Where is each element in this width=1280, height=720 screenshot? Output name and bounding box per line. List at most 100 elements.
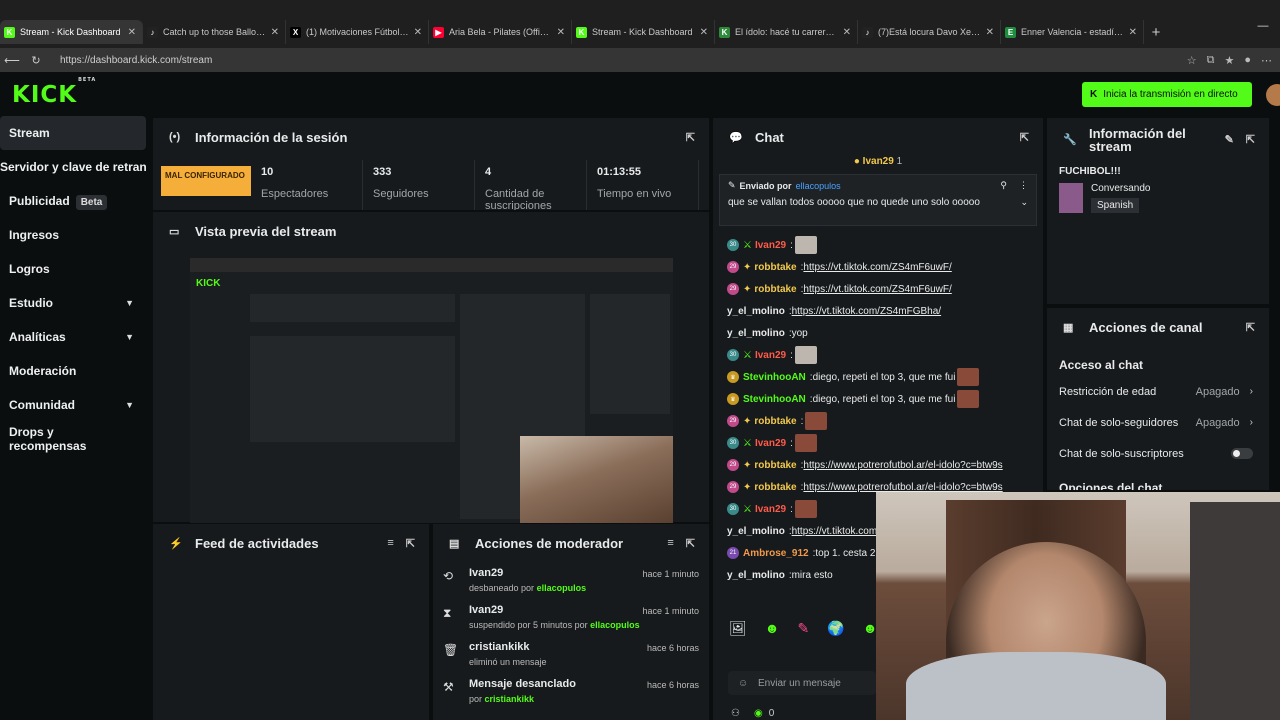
unpin-icon[interactable]: ⚲ [1000, 180, 1007, 191]
emoji-icon[interactable]: ☺ [738, 678, 748, 689]
go-live-button[interactable]: K Inicia la transmisión en directo [1082, 82, 1252, 107]
browser-tab[interactable]: ♪ (7)Está locura Davo Xeneize ✕ [858, 20, 1001, 44]
chat-link[interactable]: https://vt.tiktok.com/ZS4mF6uwF/ [803, 284, 951, 295]
browser-tab[interactable]: X (1) Motivaciones Fútbol on X ✕ [286, 20, 429, 44]
browser-tab[interactable]: K El ídolo: hacé tu carrera en e ✕ [715, 20, 858, 44]
users-icon[interactable]: ⚇ [731, 708, 740, 719]
chat-input[interactable]: ☺ Enviar un mensaje [728, 671, 876, 695]
kick-logo[interactable]: KICKBETA [12, 77, 95, 108]
browser-tab[interactable]: K Stream - Kick Dashboard ✕ [572, 20, 715, 44]
close-icon[interactable]: ✕ [700, 27, 708, 38]
close-icon[interactable]: ✕ [271, 27, 279, 38]
chat-username[interactable]: robbtake [754, 262, 796, 273]
profile-icon[interactable]: ● [1244, 54, 1251, 67]
sidebar-item[interactable]: Logros [0, 252, 146, 286]
chat-message[interactable]: 29 ✦ robbtake: [713, 410, 1043, 432]
browser-tab[interactable]: K Stream - Kick Dashboard ✕ [0, 20, 143, 44]
chevron-right-icon[interactable]: › [1250, 417, 1253, 428]
avatar[interactable] [1266, 84, 1280, 106]
mod-action-row[interactable]: 🗑 cristiankikk eliminó un mensaje hace 6 h… [433, 636, 709, 673]
close-icon[interactable]: ✕ [1129, 27, 1137, 38]
close-icon[interactable]: ✕ [843, 27, 851, 38]
menu-icon[interactable]: ⋯ [1261, 54, 1272, 67]
filter-icon[interactable]: ≡ [667, 537, 673, 549]
sidebar-item[interactable]: Analíticas ▼ [0, 320, 146, 354]
channel-setting-row[interactable]: Chat de solo-suscriptores [1047, 438, 1269, 469]
sidebar-item[interactable]: Moderación [0, 354, 146, 388]
minimize-icon[interactable]: — [1246, 20, 1280, 32]
chat-username[interactable]: y_el_molino [727, 328, 785, 339]
chat-message[interactable]: ♛ StevinhooAN: diego, repeti el top 3, qu… [713, 388, 1043, 410]
chat-message[interactable]: 30 ⚔ Ivan29: [713, 344, 1043, 366]
sidebar-item[interactable]: Publicidad Beta [0, 184, 146, 218]
chevron-down-icon[interactable]: ⌄ [1020, 197, 1028, 208]
popout-icon[interactable]: ⇱ [686, 537, 695, 550]
chat-link[interactable]: https://www.potrerofutbol.ar/el-idolo?c=… [803, 460, 1002, 471]
chat-username[interactable]: StevinhooAN [743, 372, 806, 383]
favorites-icon[interactable]: ★ [1224, 54, 1234, 67]
reload-icon[interactable]: ↻ [24, 54, 48, 67]
close-icon[interactable]: ✕ [986, 27, 994, 38]
chat-username[interactable]: y_el_molino [727, 526, 785, 537]
sidebar-item[interactable]: Comunidad ▼ [0, 388, 146, 422]
chat-username[interactable]: y_el_molino [727, 570, 785, 581]
edit-icon[interactable]: ✎ [1225, 134, 1234, 147]
chat-message[interactable]: 29 ✦ robbtake: https://www.potrerofutbol.a… [713, 454, 1043, 476]
browser-tab[interactable]: E Enner Valencia - estadísticas ✕ [1001, 20, 1144, 44]
chat-message[interactable]: y_el_molino: yop [713, 322, 1043, 344]
toggle-switch[interactable] [1231, 448, 1253, 459]
chat-message[interactable]: ♛ StevinhooAN: diego, repeti el top 3, qu… [713, 366, 1043, 388]
sidebar-item[interactable]: Servidor y clave de retransm [0, 150, 146, 184]
browser-tab[interactable]: ▶ Aria Bela - Pilates (Official V ✕ [429, 20, 572, 44]
new-tab-button[interactable]: + [1144, 20, 1168, 44]
chat-message[interactable]: 29 ✦ robbtake: https://vt.tiktok.com/ZS4mF… [713, 256, 1043, 278]
emote-icon[interactable]: ☻ [765, 620, 780, 637]
chat-message[interactable]: 29 ✦ robbtake: https://vt.tiktok.com/ZS4mF… [713, 278, 1043, 300]
chat-username[interactable]: StevinhooAN [743, 394, 806, 405]
stream-preview-video[interactable]: KICK [190, 258, 673, 523]
chevron-down-icon[interactable]: ▼ [125, 332, 134, 342]
popout-icon[interactable]: ⇱ [1020, 131, 1029, 144]
sidebar-item[interactable]: Drops y recompensas [0, 422, 146, 456]
back-icon[interactable]: ⟵ [0, 54, 24, 67]
emote-icon[interactable]: 🖼 [729, 620, 747, 637]
bookmark-icon[interactable]: ☆ [1187, 54, 1197, 67]
emote-icon[interactable]: ✎ [798, 620, 810, 637]
chat-message[interactable]: 30 ⚔ Ivan29: [713, 432, 1043, 454]
chat-username[interactable]: y_el_molino [727, 306, 785, 317]
chat-username[interactable]: robbtake [754, 482, 796, 493]
channel-setting-row[interactable]: Restricción de edad Apagado › [1047, 376, 1269, 407]
chat-link[interactable]: https://www.potrerofutbol.ar/el-idolo?c=… [803, 482, 1002, 493]
sidebar-item[interactable]: Ingresos [0, 218, 146, 252]
sidebar-item[interactable]: Stream [0, 116, 146, 150]
extensions-icon[interactable]: ⧉ [1207, 54, 1215, 67]
chat-username[interactable]: Ivan29 [755, 350, 786, 361]
mod-action-row[interactable]: ⧗ Ivan29 suspendido por 5 minutos por ella… [433, 599, 709, 636]
browser-tab[interactable]: ♪ Catch up to those Ballon D'o ✕ [143, 20, 286, 44]
popout-icon[interactable]: ⇱ [406, 537, 415, 550]
chevron-right-icon[interactable]: › [1250, 386, 1253, 397]
mod-action-row[interactable]: ⟲ Ivan29 desbaneado por ellacopulos hace 1 … [433, 562, 709, 599]
emote-icon[interactable]: 🌍 [827, 620, 844, 637]
close-icon[interactable]: ✕ [557, 27, 565, 38]
url-input[interactable]: https://dashboard.kick.com/stream [60, 55, 1187, 66]
close-icon[interactable]: ✕ [414, 27, 422, 38]
popout-icon[interactable]: ⇱ [1246, 321, 1255, 334]
chat-username[interactable]: Ivan29 [755, 438, 786, 449]
mod-action-row[interactable]: ⚒ Mensaje desanclado por cristiankikk hace … [433, 673, 709, 710]
chat-link[interactable]: https://vt.tiktok.com/ZS4mF6uwF/ [803, 262, 951, 273]
filter-icon[interactable]: ≡ [387, 537, 393, 549]
chat-message[interactable]: y_el_molino: https://vt.tiktok.com/ZS4mF… [713, 300, 1043, 322]
chat-username[interactable]: Ivan29 [755, 504, 786, 515]
sidebar-item[interactable]: Estudio ▼ [0, 286, 146, 320]
chat-username[interactable]: robbtake [754, 416, 796, 427]
chat-message[interactable]: 30 ⚔ Ivan29: [713, 234, 1043, 256]
chat-username[interactable]: robbtake [754, 460, 796, 471]
popout-icon[interactable]: ⇱ [1246, 134, 1255, 147]
chevron-down-icon[interactable]: ▼ [125, 298, 134, 308]
popout-icon[interactable]: ⇱ [686, 131, 695, 144]
channel-setting-row[interactable]: Chat de solo-seguidores Apagado › [1047, 407, 1269, 438]
more-icon[interactable]: ⋮ [1019, 180, 1028, 191]
chevron-down-icon[interactable]: ▼ [125, 400, 134, 410]
chat-link[interactable]: https://vt.tiktok.com/ZS4mFGBha/ [792, 306, 942, 317]
